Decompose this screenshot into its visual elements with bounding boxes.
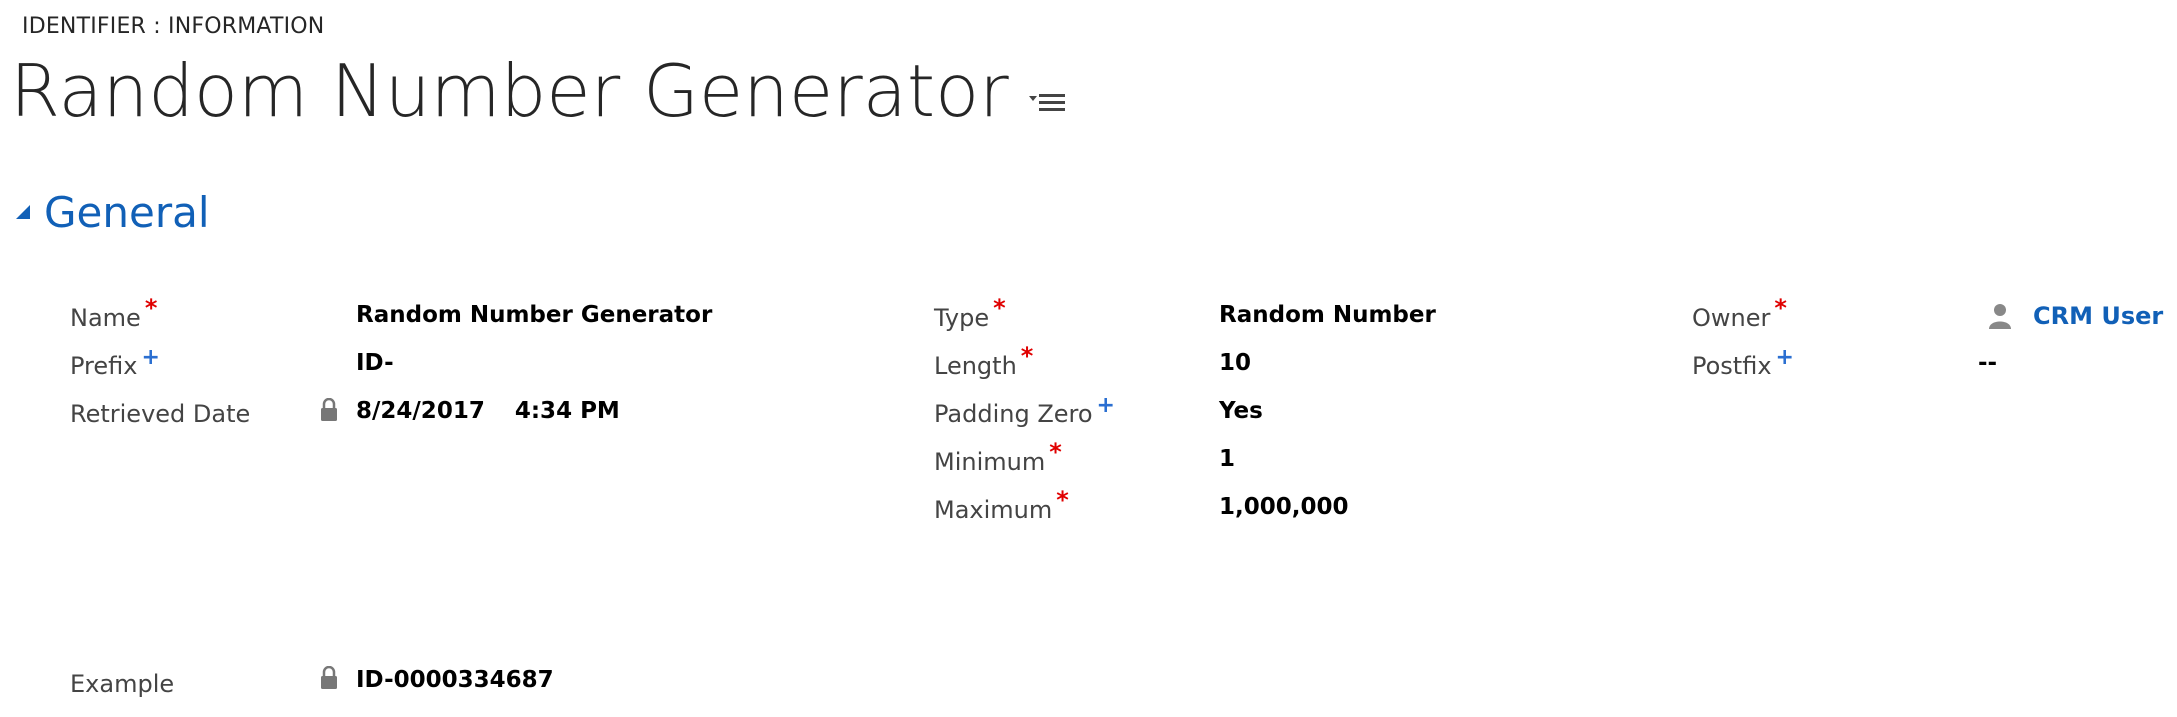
length-value[interactable]: 10 (1219, 350, 1251, 376)
name-label: Name * (70, 294, 158, 332)
owner-label: Owner * (1692, 294, 1787, 332)
retrieved-date-date: 8/24/2017 (356, 398, 485, 424)
form-menu-icon[interactable] (1027, 88, 1067, 116)
example-label: Example (70, 670, 175, 698)
recommended-marker: + (1775, 345, 1794, 370)
name-value[interactable]: Random Number Generator (356, 302, 712, 328)
breadcrumb: IDENTIFIER : INFORMATION (22, 14, 325, 39)
padding-zero-label: Padding Zero + (934, 393, 1115, 428)
padding-zero-value[interactable]: Yes (1219, 398, 1263, 424)
title-row: Random Number Generator (10, 46, 1067, 136)
required-marker: * (1049, 438, 1062, 466)
postfix-value[interactable]: -- (1978, 350, 1997, 376)
section-header-general[interactable]: General (14, 188, 210, 237)
required-marker: * (1774, 294, 1787, 322)
lock-icon (321, 666, 337, 689)
collapse-triangle-icon[interactable] (14, 203, 34, 223)
retrieved-date-label: Retrieved Date (70, 400, 251, 428)
type-value[interactable]: Random Number (1219, 302, 1436, 328)
minimum-label: Minimum * (934, 438, 1062, 476)
length-label: Length * (934, 342, 1034, 380)
required-marker: * (144, 294, 158, 322)
required-marker: * (993, 294, 1006, 322)
recommended-marker: + (1096, 393, 1115, 418)
retrieved-date-value: 8/24/2017 4:34 PM (356, 398, 620, 424)
maximum-value[interactable]: 1,000,000 (1219, 494, 1349, 520)
retrieved-date-time: 4:34 PM (514, 398, 620, 424)
page-title: Random Number Generator (10, 49, 1009, 133)
example-value: ID-0000334687 (356, 667, 554, 693)
owner-link[interactable]: CRM User (2033, 302, 2163, 330)
lock-icon (321, 398, 337, 421)
required-marker: * (1020, 342, 1034, 370)
prefix-value[interactable]: ID- (356, 350, 394, 376)
postfix-label: Postfix + (1692, 345, 1794, 380)
minimum-value[interactable]: 1 (1219, 446, 1235, 472)
user-icon (1989, 304, 2011, 329)
maximum-label: Maximum * (934, 486, 1069, 524)
section-title: General (44, 188, 210, 237)
required-marker: * (1056, 486, 1069, 514)
prefix-label: Prefix + (70, 345, 160, 380)
recommended-marker: + (141, 345, 160, 370)
type-label: Type * (934, 294, 1006, 332)
